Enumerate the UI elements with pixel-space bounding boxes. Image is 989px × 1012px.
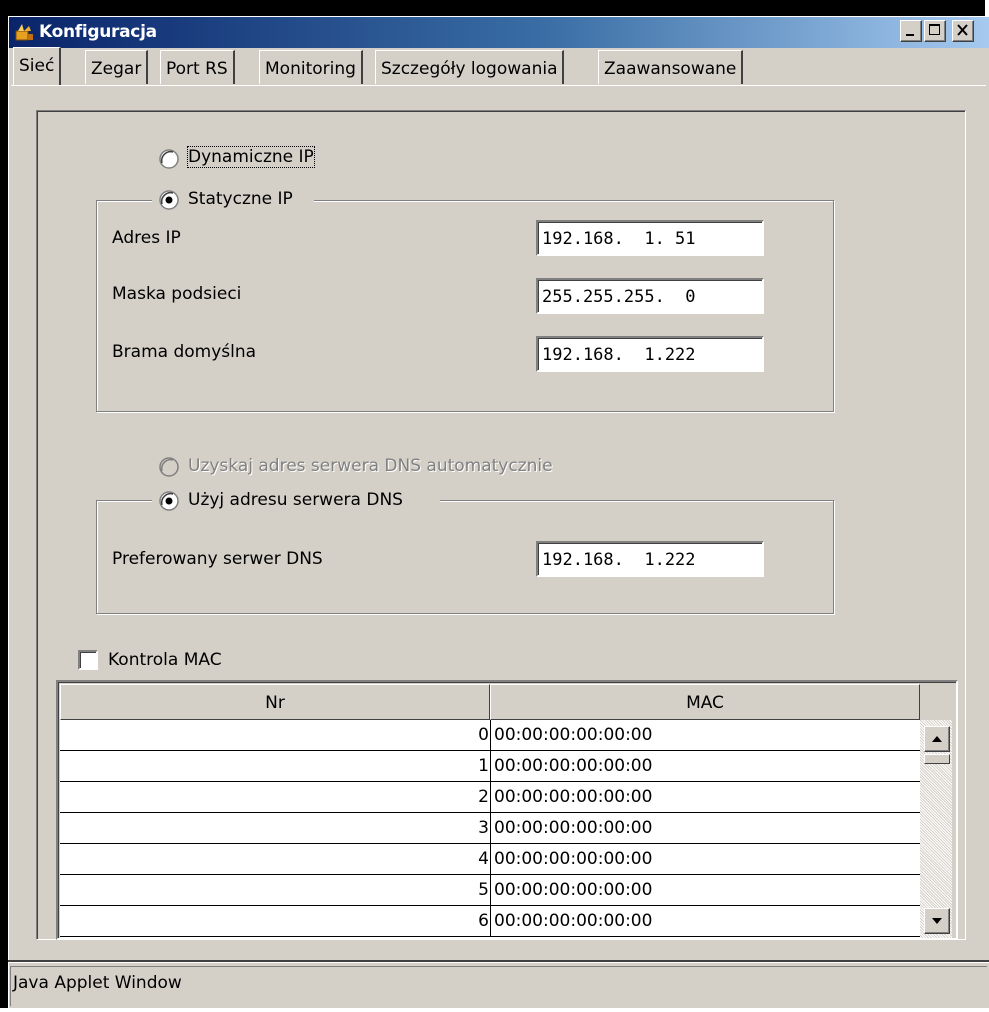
cell-mac: 00:00:00:00:00:00 (490, 813, 920, 844)
maximize-icon (929, 24, 940, 35)
tab-monitoring[interactable]: Monitoring (259, 50, 363, 84)
arrow-up-icon (932, 736, 942, 742)
scroll-thumb[interactable] (924, 754, 950, 764)
column-header-nr[interactable]: Nr (60, 684, 490, 720)
cell-mac: 00:00:00:00:00:00 (490, 875, 920, 906)
preferred-dns-field[interactable]: 192.168. 1.222 (536, 541, 764, 577)
minimize-icon (906, 34, 914, 36)
applet-window: Konfiguracja Sieć Zegar Port RS Monitori… (0, 0, 989, 1008)
arrow-down-icon (932, 918, 942, 924)
ip-address-label: Adres IP (112, 228, 181, 248)
cell-nr: 6 (478, 911, 489, 931)
radio-static-ip[interactable] (158, 189, 180, 211)
default-gateway-field[interactable]: 192.168. 1.222 (536, 336, 764, 372)
radio-dns-manual[interactable] (158, 490, 180, 512)
minimize-button[interactable] (900, 20, 922, 42)
cell-mac: 00:00:00:00:00:00 (490, 906, 920, 937)
table-row[interactable]: 0 00:00:00:00:00:00 (60, 720, 920, 751)
close-icon (957, 24, 968, 36)
static-ip-label[interactable]: Statyczne IP (188, 189, 293, 209)
preferred-dns-label: Preferowany serwer DNS (112, 549, 323, 569)
tab-label: Zaawansowane (604, 59, 737, 79)
java-app-icon (15, 24, 33, 41)
tab-label: Szczegóły logowania (381, 59, 558, 79)
table-row[interactable]: 6 00:00:00:00:00:00 (60, 906, 920, 937)
subnet-mask-label: Maska podsieci (112, 284, 242, 304)
maximize-button[interactable] (924, 20, 946, 42)
mac-table-header: Nr MAC (60, 684, 920, 720)
title-bar[interactable]: Konfiguracja (9, 17, 989, 48)
status-bar: Java Applet Window (10, 966, 987, 1006)
cell-mac: 00:00:00:00:00:00 (490, 844, 920, 875)
tab-szczegoly-logowania[interactable]: Szczegóły logowania (375, 50, 565, 84)
table-row[interactable]: 3 00:00:00:00:00:00 (60, 813, 920, 844)
subnet-mask-field[interactable]: 255.255.255. 0 (536, 278, 764, 314)
scroll-down-button[interactable] (924, 908, 950, 934)
tab-label: Zegar (91, 59, 142, 79)
cell-nr: 5 (478, 880, 489, 900)
radio-dns-auto (159, 457, 179, 477)
cell-nr: 0 (478, 725, 489, 745)
tab-zegar[interactable]: Zegar (85, 50, 149, 84)
default-gateway-label: Brama domyślna (112, 342, 257, 362)
tab-zaawansowane[interactable]: Zaawansowane (598, 50, 744, 84)
table-row[interactable]: 4 00:00:00:00:00:00 (60, 844, 920, 875)
table-row[interactable]: 1 00:00:00:00:00:00 (60, 751, 920, 782)
dynamic-ip-label[interactable]: Dynamiczne IP (187, 146, 315, 168)
ip-address-field[interactable]: 192.168. 1. 51 (536, 220, 764, 256)
mac-table: Nr MAC 0 00:00:00:00:00:00 1 00:00:00:00… (56, 680, 958, 940)
status-text: Java Applet Window (13, 973, 182, 993)
tab-label: Port RS (166, 59, 228, 79)
status-separator (8, 960, 989, 963)
window-title: Konfiguracja (39, 22, 157, 42)
mac-control-label[interactable]: Kontrola MAC (108, 650, 222, 670)
table-row[interactable]: 2 00:00:00:00:00:00 (60, 782, 920, 813)
tab-port-rs[interactable]: Port RS (160, 50, 235, 84)
close-button[interactable] (952, 20, 974, 42)
tab-label: Monitoring (265, 59, 356, 79)
tab-label: Sieć (19, 56, 55, 76)
scroll-up-button[interactable] (924, 726, 950, 752)
dns-manual-label[interactable]: Użyj adresu serwera DNS (188, 490, 403, 510)
cell-nr: 4 (478, 849, 489, 869)
cell-mac: 00:00:00:00:00:00 (490, 720, 920, 751)
radio-dynamic-ip[interactable] (158, 148, 180, 170)
column-header-mac[interactable]: MAC (490, 684, 920, 720)
tab-siec[interactable]: Sieć (13, 47, 62, 85)
mac-control-checkbox[interactable] (78, 650, 98, 670)
cell-mac: 00:00:00:00:00:00 (490, 751, 920, 782)
cell-mac: 00:00:00:00:00:00 (490, 782, 920, 813)
table-row[interactable]: 5 00:00:00:00:00:00 (60, 875, 920, 906)
cell-nr: 3 (478, 818, 489, 838)
mac-table-body: 0 00:00:00:00:00:00 1 00:00:00:00:00:00 … (60, 720, 920, 938)
cell-nr: 2 (478, 787, 489, 807)
mac-table-scrollbar[interactable] (920, 720, 952, 938)
dns-auto-label: Uzyskaj adres serwera DNS automatycznie (188, 456, 553, 476)
cell-nr: 1 (478, 756, 489, 776)
